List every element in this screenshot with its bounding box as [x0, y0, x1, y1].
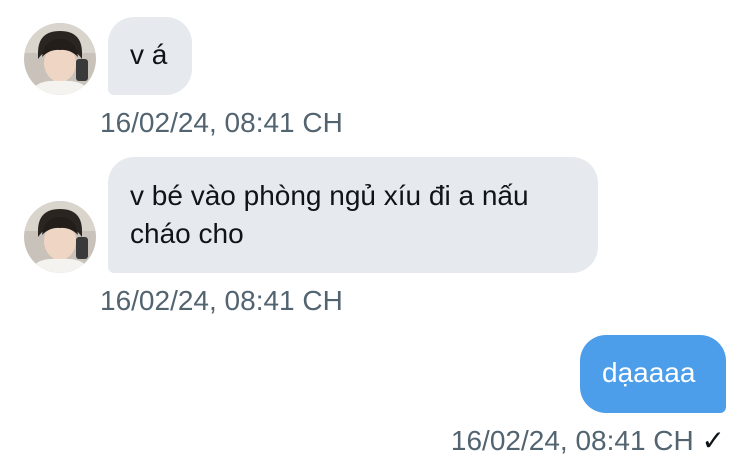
message-timestamp: 16/02/24, 08:41 CH [100, 107, 343, 138]
message-text: v bé vào phòng ngủ xíu đi a nấu cháo cho [130, 180, 529, 249]
message-text: v á [130, 39, 168, 70]
sender-avatar[interactable] [24, 23, 96, 95]
message-text: dạaaaa [602, 357, 696, 388]
checkmark-icon: ✓ [701, 425, 725, 456]
sender-avatar[interactable] [24, 201, 96, 273]
sender-avatar-image [24, 201, 96, 273]
sender-avatar-image [24, 23, 96, 95]
message-timestamp: 16/02/24, 08:41 CH [450, 425, 694, 456]
message-timestamp: 16/02/24, 08:41 CH [100, 285, 343, 316]
message-bubble[interactable]: v á [108, 17, 192, 95]
message-status-row: 16/02/24, 08:41 CH ✓ [451, 424, 725, 458]
message-bubble[interactable]: dạaaaa [580, 335, 726, 413]
message-bubble[interactable]: v bé vào phòng ngủ xíu đi a nấu cháo cho [108, 157, 598, 273]
